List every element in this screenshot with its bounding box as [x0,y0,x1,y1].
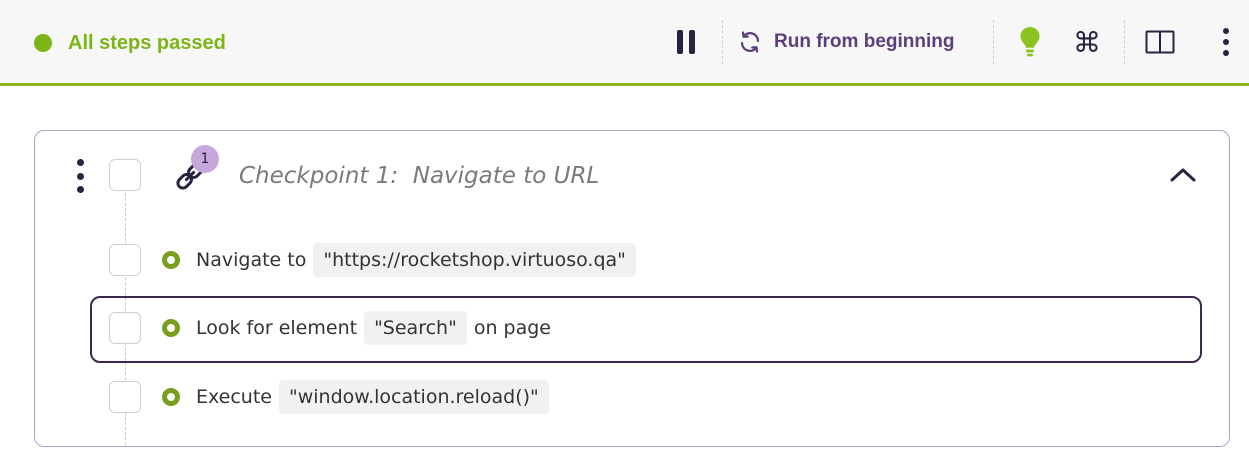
checkpoint-menu-button[interactable] [72,159,88,193]
run-from-beginning-label: Run from beginning [774,31,955,52]
hints-button[interactable] [1014,20,1046,64]
test-step[interactable]: Look for element "Search" on page [35,300,1231,356]
step-action: Navigate to [196,249,307,271]
split-view-icon [1145,30,1175,54]
lightbulb-icon [1020,27,1040,57]
checkpoint-card: 1 Checkpoint 1: Navigate to URL Navigate… [34,130,1230,447]
checkpoint-title-prefix: Checkpoint 1: [239,163,399,189]
step-value-chip[interactable]: "Search" [364,311,467,345]
refresh-icon [740,31,760,53]
toolbar-divider [1124,20,1125,64]
split-view-button[interactable] [1142,20,1178,64]
test-step[interactable]: Execute "window.location.reload()" [35,369,1231,425]
command-icon: ⌘ [1073,25,1101,59]
checkpoint-number-badge: 1 [191,145,219,173]
test-status-header: All steps passed Run from beginning ⌘ [0,0,1249,86]
run-from-beginning-button[interactable]: Run from beginning [738,20,982,64]
step-action: Look for element [196,317,358,339]
step-action: Execute [196,386,272,408]
toolbar-divider [722,20,723,64]
pause-button[interactable] [670,20,702,64]
toolbar: Run from beginning ⌘ [0,20,1249,64]
step-description: Execute "window.location.reload()" [196,369,556,425]
step-checkbox[interactable] [109,244,141,276]
chevron-up-icon[interactable] [1168,165,1198,185]
step-description: Navigate to "https://rocketshop.virtuoso… [196,232,643,288]
step-passed-icon [162,319,180,337]
checkpoint-title-name: Navigate to URL [412,163,600,189]
step-passed-icon [162,251,180,269]
step-description: Look for element "Search" on page [196,300,551,356]
test-step[interactable]: Navigate to "https://rocketshop.virtuoso… [35,232,1231,288]
step-checkbox[interactable] [109,381,141,413]
step-checkbox[interactable] [109,312,141,344]
step-value-chip[interactable]: "https://rocketshop.virtuoso.qa" [313,243,636,277]
step-value-chip[interactable]: "window.location.reload()" [278,380,549,414]
toolbar-divider [993,20,994,64]
checkpoint-title[interactable]: Checkpoint 1: Navigate to URL [239,159,599,193]
checkpoint-checkbox[interactable] [109,159,141,191]
step-passed-icon [162,388,180,406]
step-suffix: on page [473,317,551,339]
pause-icon [674,30,698,54]
more-vertical-icon [1223,26,1229,59]
more-options-button[interactable] [1212,20,1240,64]
command-palette-button[interactable]: ⌘ [1070,20,1104,64]
